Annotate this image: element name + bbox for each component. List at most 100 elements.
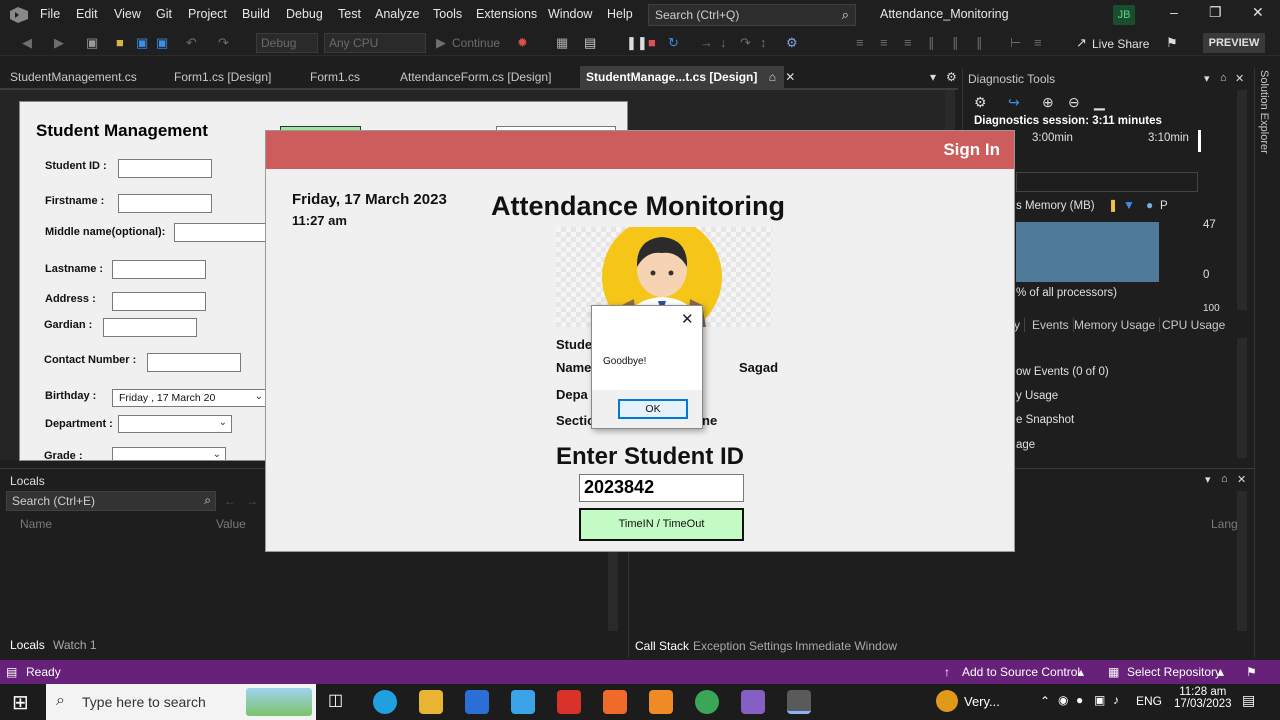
- menu-build[interactable]: Build: [242, 7, 270, 21]
- gardian-field[interactable]: [103, 318, 197, 337]
- add-to-source-control[interactable]: Add to Source Control: [962, 665, 1080, 679]
- solution-explorer-label[interactable]: Solution Explorer: [1258, 70, 1270, 154]
- store-icon[interactable]: [465, 690, 489, 714]
- spacing-icon[interactable]: ≡: [1034, 35, 1042, 50]
- dropdown-icon[interactable]: ▾: [1205, 473, 1211, 486]
- callstack-scrollbar[interactable]: [1237, 491, 1247, 631]
- align-left-icon[interactable]: ≡: [856, 35, 864, 50]
- diag-scrollbar[interactable]: [1237, 90, 1247, 310]
- breakpoints-icon[interactable]: ⚙: [786, 35, 798, 51]
- step-into-icon[interactable]: →: [700, 35, 713, 50]
- tab-attendanceform-design[interactable]: AttendanceForm.cs [Design]: [400, 70, 551, 84]
- feedback-icon[interactable]: ⚑: [1166, 35, 1178, 51]
- redo-icon[interactable]: ↷: [218, 35, 229, 51]
- new-project-icon[interactable]: ▣: [86, 35, 98, 51]
- chrome-icon[interactable]: [695, 690, 719, 714]
- weather-text[interactable]: Very...: [964, 694, 1000, 709]
- pin-icon[interactable]: ⌂: [1220, 72, 1227, 84]
- middlename-field[interactable]: [174, 223, 274, 242]
- tab-memory-usage[interactable]: Memory Usage: [1074, 318, 1161, 332]
- birthday-datepicker[interactable]: Friday , 17 March 20 ⌄: [112, 389, 268, 407]
- volume-icon[interactable]: ♪: [1113, 693, 1119, 707]
- menu-extensions[interactable]: Extensions: [476, 7, 537, 21]
- tab-form1-design[interactable]: Form1.cs [Design]: [174, 70, 271, 84]
- chrome-tray-icon[interactable]: ●: [1076, 693, 1083, 707]
- config-dropdown[interactable]: Debug: [256, 33, 318, 53]
- visual-studio-icon[interactable]: [741, 690, 765, 714]
- save-all-icon[interactable]: ▣: [156, 35, 168, 51]
- undo-icon[interactable]: ↶: [186, 35, 197, 51]
- student-id-input[interactable]: 2023842: [579, 474, 744, 502]
- task-view-icon[interactable]: ◫: [328, 690, 343, 710]
- settings-gear-icon[interactable]: ⚙: [974, 94, 987, 111]
- network-icon[interactable]: ▣: [1094, 693, 1105, 707]
- lastname-field[interactable]: [112, 260, 206, 279]
- tab-immediate-window[interactable]: Immediate Window: [795, 639, 897, 653]
- dropdown-icon[interactable]: ▾: [1204, 72, 1210, 85]
- align-middle-icon[interactable]: ∥: [952, 35, 959, 51]
- menu-test[interactable]: Test: [338, 7, 361, 21]
- forward-icon[interactable]: ▶: [54, 35, 64, 51]
- grade-dropdown[interactable]: ⌄: [112, 447, 226, 460]
- close-icon[interactable]: ✕: [1252, 4, 1264, 21]
- wps-icon[interactable]: [557, 690, 581, 714]
- menu-file[interactable]: File: [40, 7, 60, 21]
- file-explorer-icon[interactable]: [419, 690, 443, 714]
- browse-icon[interactable]: ▦: [556, 35, 568, 51]
- locals-search-input[interactable]: Search (Ctrl+E) ⌕: [6, 491, 216, 511]
- weather-icon[interactable]: [936, 690, 958, 712]
- menu-window[interactable]: Window: [548, 7, 592, 21]
- pause-icon[interactable]: ❚❚: [626, 35, 648, 51]
- minimize-icon[interactable]: –: [1170, 4, 1178, 20]
- tab-cpu-usage[interactable]: CPU Usage: [1162, 318, 1229, 332]
- brave-icon[interactable]: [603, 690, 627, 714]
- close-icon[interactable]: ✕: [1235, 72, 1244, 85]
- tray-clock[interactable]: 11:28 am 17/03/2023: [1174, 686, 1232, 710]
- edge-icon[interactable]: [373, 690, 397, 714]
- menu-edit[interactable]: Edit: [76, 7, 98, 21]
- live-share-button[interactable]: Live Share: [1092, 37, 1149, 51]
- open-folder-icon[interactable]: ■: [116, 35, 124, 50]
- back-icon[interactable]: ◀: [22, 35, 32, 51]
- pin-icon[interactable]: ⌂: [769, 70, 776, 84]
- align-center-icon[interactable]: ≡: [880, 35, 888, 50]
- close-icon[interactable]: ✕: [681, 310, 694, 328]
- stop-icon[interactable]: ■: [648, 35, 656, 50]
- timein-timeout-button[interactable]: TimeIN / TimeOut: [579, 508, 744, 541]
- reset-zoom-icon[interactable]: ▁: [1094, 94, 1105, 111]
- diag-summary-scrollbar[interactable]: [1237, 338, 1247, 458]
- tab-summary[interactable]: y: [1014, 318, 1025, 332]
- department-dropdown[interactable]: ⌄: [118, 415, 232, 433]
- sign-in-link[interactable]: Sign In: [943, 140, 1000, 160]
- menu-analyze[interactable]: Analyze: [375, 7, 419, 21]
- avatar[interactable]: JB: [1113, 5, 1135, 25]
- take-snapshot-link[interactable]: e Snapshot: [1016, 414, 1074, 426]
- align-bottom-icon[interactable]: ∥: [976, 35, 983, 51]
- taskbar-search[interactable]: ⌕ Type here to search: [46, 684, 316, 720]
- memory-usage-link[interactable]: y Usage: [1016, 390, 1058, 402]
- tab-form1-cs[interactable]: Form1.cs: [310, 70, 360, 84]
- menu-project[interactable]: Project: [188, 7, 227, 21]
- menu-git[interactable]: Git: [156, 7, 172, 21]
- show-events-link[interactable]: ow Events (0 of 0): [1016, 366, 1109, 378]
- notification-center-icon[interactable]: ▤: [1242, 692, 1255, 709]
- menu-debug[interactable]: Debug: [286, 7, 323, 21]
- notifications-icon[interactable]: ⚑: [1246, 665, 1257, 679]
- tab-studentmanage-design[interactable]: StudentManage...t.cs [Design] ⌂ ✕: [580, 66, 795, 88]
- attendance-app-icon[interactable]: [787, 690, 811, 714]
- close-icon[interactable]: ✕: [1237, 473, 1246, 486]
- mail-icon[interactable]: [511, 690, 535, 714]
- step-over-icon[interactable]: ↓: [720, 35, 727, 50]
- platform-dropdown[interactable]: Any CPU: [324, 33, 426, 53]
- diagnostics-icon[interactable]: ▤: [584, 35, 596, 51]
- solution-explorer-sidebar[interactable]: [1254, 68, 1280, 658]
- tab-studentmanagement-cs[interactable]: StudentManagement.cs: [10, 70, 137, 84]
- tab-watch-1[interactable]: Watch 1: [53, 638, 97, 652]
- menu-tools[interactable]: Tools: [433, 7, 462, 21]
- tab-exception-settings[interactable]: Exception Settings: [693, 639, 792, 653]
- tray-app-icon[interactable]: ◉: [1058, 693, 1068, 707]
- tab-events[interactable]: Events: [1032, 318, 1074, 332]
- search-input[interactable]: Search (Ctrl+Q) ⌕: [648, 4, 856, 26]
- tab-call-stack[interactable]: Call Stack: [635, 639, 689, 653]
- select-tools-icon[interactable]: ↪: [1008, 94, 1020, 111]
